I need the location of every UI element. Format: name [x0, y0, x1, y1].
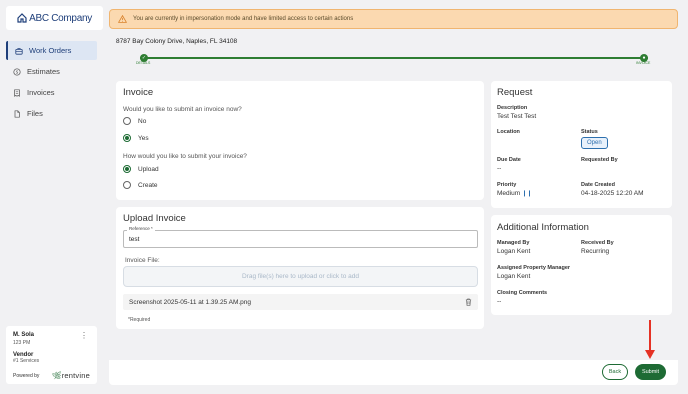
status-label: Status	[581, 129, 598, 135]
additional-info-card: Additional Information Managed By Logan …	[491, 215, 672, 315]
date-created-label: Date Created	[581, 182, 615, 188]
rentvine-logo: 🌿︎rentvine	[51, 371, 90, 380]
powered-by-label: Powered by	[13, 372, 40, 379]
managed-by-label: Managed By	[497, 240, 530, 246]
user-company: #1 Services	[13, 358, 40, 364]
sidebar-item-work-orders[interactable]: Work Orders	[6, 41, 97, 60]
due-date-value: --	[497, 165, 502, 172]
impersonation-banner: You are currently in impersonation mode …	[109, 9, 678, 29]
upload-invoice-title: Upload Invoice	[123, 213, 186, 224]
radio-circle-selected[interactable]	[123, 134, 131, 142]
radio-upload-label: Upload	[138, 165, 159, 173]
radio-circle[interactable]	[123, 117, 131, 125]
action-bar	[109, 360, 678, 385]
radio-no[interactable]: No	[123, 117, 146, 125]
assigned-pm-value: Logan Kent	[497, 273, 531, 280]
dollar-circle-icon: $	[13, 67, 21, 75]
date-created-value: 04-18-2025 12:20 AM	[581, 190, 644, 197]
sidebar-item-label: Invoices	[27, 88, 55, 97]
sidebar-item-estimates[interactable]: $ Estimates	[6, 62, 97, 81]
priority-label: Priority	[497, 182, 517, 188]
dropzone-text: Drag file(s) here to upload or click to …	[241, 273, 360, 280]
company-logo: ABC Company	[6, 6, 103, 30]
brand-text: rentvine	[61, 371, 90, 380]
user-card: M. Sola 123 PM Vendor #1 Services Powere…	[6, 326, 97, 384]
uploaded-file-row: Screenshot 2025-05-11 at 1.39.25 AM.png	[123, 294, 478, 310]
closing-comments-value: --	[497, 298, 502, 305]
required-note: *Required	[128, 317, 151, 323]
closing-comments-label: Closing Comments	[497, 290, 548, 296]
submit-method-question: How would you like to submit your invoic…	[123, 153, 247, 160]
due-date-label: Due Date	[497, 157, 521, 163]
briefcase-icon	[15, 47, 23, 55]
requested-by-label: Requested By	[581, 157, 618, 163]
step-invoice-label: INVOICE	[636, 61, 651, 65]
user-time: 123 PM	[13, 340, 31, 346]
file-icon	[14, 109, 20, 118]
managed-by-value: Logan Kent	[497, 248, 531, 255]
radio-upload[interactable]: Upload	[123, 165, 159, 173]
assigned-pm-label: Assigned Property Manager	[497, 265, 571, 271]
request-card: Request Description Test Test Test Locat…	[491, 81, 672, 208]
home-logo-icon	[17, 13, 27, 23]
priority-value: Medium ❙❙	[497, 190, 532, 197]
trash-icon[interactable]	[465, 298, 472, 306]
sidebar-item-label: Estimates	[27, 67, 60, 76]
invoice-file-label: Invoice File:	[125, 257, 160, 264]
file-dropzone[interactable]: Drag file(s) here to upload or click to …	[123, 266, 478, 287]
sidebar-item-invoices[interactable]: Invoices	[6, 83, 97, 102]
invoice-card: Invoice Would you like to submit an invo…	[116, 81, 484, 200]
sidebar-item-files[interactable]: Files	[6, 104, 97, 123]
priority-indicator-icon: ❙❙	[521, 191, 532, 197]
sidebar-item-label: Work Orders	[29, 46, 72, 55]
submit-button[interactable]: Submit	[635, 364, 666, 380]
radio-yes[interactable]: Yes	[123, 134, 149, 142]
radio-yes-label: Yes	[138, 134, 149, 142]
back-button[interactable]: Back	[602, 364, 628, 380]
warning-icon	[118, 15, 127, 23]
banner-text: You are currently in impersonation mode …	[133, 16, 354, 22]
submit-now-question: Would you like to submit an invoice now?	[123, 106, 242, 113]
additional-info-title: Additional Information	[497, 222, 589, 233]
annotation-arrow-icon	[645, 320, 655, 359]
reference-input[interactable]: test	[123, 230, 478, 248]
received-by-label: Received By	[581, 240, 614, 246]
sidebar-item-label: Files	[27, 109, 43, 118]
request-title: Request	[497, 87, 533, 98]
received-by-value: Recurring	[581, 248, 610, 255]
status-badge: Open	[581, 137, 608, 149]
sidebar-nav: Work Orders $ Estimates Invoices Files	[6, 41, 97, 125]
upload-invoice-card: Upload Invoice test Reference * Invoice …	[116, 207, 484, 329]
uploaded-file-name: Screenshot 2025-05-11 at 1.39.25 AM.png	[129, 298, 252, 306]
radio-create-label: Create	[138, 181, 158, 189]
step-details-label: DETAILS	[136, 61, 151, 65]
more-options-icon[interactable]: ⋮	[80, 331, 88, 340]
description-value: Test Test Test	[497, 113, 537, 120]
progress-track	[140, 57, 648, 59]
radio-no-label: No	[138, 117, 147, 125]
location-label: Location	[497, 129, 520, 135]
receipt-icon	[14, 88, 20, 97]
svg-text:$: $	[16, 69, 19, 75]
reference-value[interactable]: test	[129, 236, 139, 243]
user-name: M. Sola	[13, 332, 35, 338]
radio-circle-selected[interactable]	[123, 165, 131, 173]
description-label: Description	[497, 105, 528, 111]
radio-circle[interactable]	[123, 181, 131, 189]
property-address: 8787 Bay Colony Drive, Naples, FL 34108	[116, 38, 238, 45]
logo-text: ABC Company	[29, 12, 92, 24]
invoice-title: Invoice	[123, 87, 154, 98]
radio-create[interactable]: Create	[123, 181, 158, 189]
reference-label: Reference *	[127, 226, 155, 231]
